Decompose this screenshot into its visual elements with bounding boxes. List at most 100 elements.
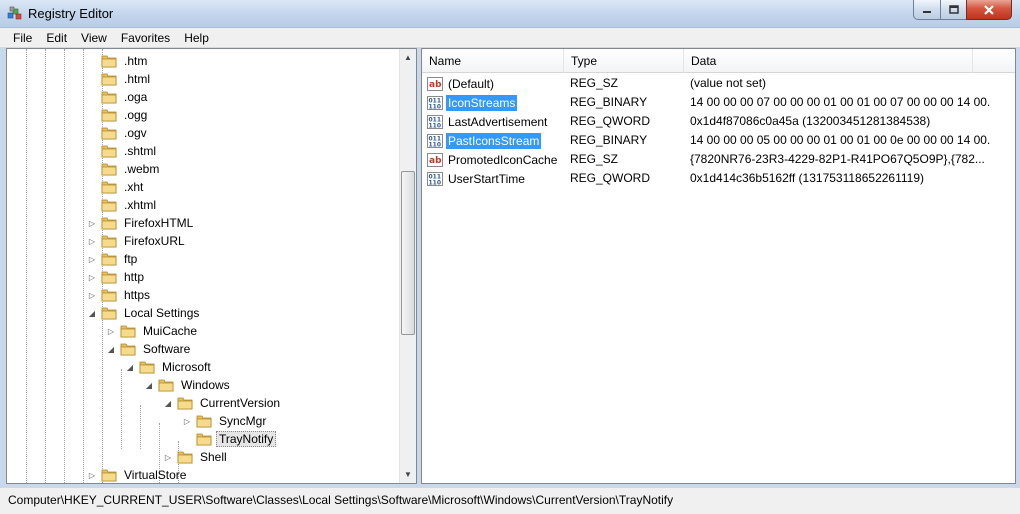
folder-icon (177, 397, 193, 410)
tree-item-label: .xht (124, 180, 144, 194)
scroll-down-arrow-icon[interactable]: ▼ (400, 466, 416, 483)
registry-tree[interactable]: ▲ ▼ .htm .html .oga .ogg .ogv .shtml .webm .xht… (6, 48, 417, 484)
minimize-button[interactable] (913, 0, 941, 20)
svg-text:110: 110 (429, 141, 442, 148)
tree-item[interactable]: .htm (87, 52, 150, 70)
tree-item-label: SyncMgr (219, 414, 267, 428)
tree-item-label: FirefoxURL (124, 234, 185, 248)
tree-item-label: ftp (124, 252, 138, 266)
scroll-up-arrow-icon[interactable]: ▲ (400, 49, 416, 66)
folder-icon (101, 289, 117, 302)
tree-item-label: Windows (181, 378, 230, 392)
folder-icon (101, 217, 117, 230)
tree-item[interactable]: ▷ https (87, 286, 153, 304)
tree-item[interactable]: ◢ Windows (144, 376, 233, 394)
tree-item[interactable]: .ogg (87, 106, 150, 124)
tree-item[interactable]: ◢ CurrentVersion (163, 394, 283, 412)
value-type: REG_BINARY (570, 95, 648, 109)
scrollbar-thumb[interactable] (401, 171, 415, 335)
value-name: IconStreams (446, 94, 518, 111)
svg-text:110: 110 (429, 179, 442, 186)
value-name: LastAdvertisement (448, 114, 548, 129)
tree-item[interactable]: ▷ Shell (163, 448, 230, 466)
tree-item[interactable]: ▷ FirefoxURL (87, 232, 188, 250)
column-name-header[interactable]: Name (422, 49, 564, 73)
value-data: 0x1d414c36b5162ff (131753118652261119) (690, 171, 924, 185)
tree-item-label: FirefoxHTML (124, 216, 194, 230)
tree-item[interactable]: ▷ VirtualStore (87, 466, 189, 483)
tree-scrollbar[interactable]: ▲ ▼ (399, 49, 416, 483)
string-value-icon: ab (427, 152, 443, 167)
value-row[interactable]: 011 110 LastAdvertisement REG_QWORD 0x1d4f87… (422, 112, 1015, 131)
expand-arrow-icon[interactable]: ▷ (182, 416, 192, 426)
collapse-arrow-icon[interactable]: ◢ (106, 344, 116, 354)
tree-item-label: https (124, 288, 151, 302)
tree-item[interactable]: .webm (87, 160, 162, 178)
expand-arrow-icon[interactable]: ▷ (106, 326, 116, 336)
value-row[interactable]: 011 110 UserStartTime REG_QWORD 0x1d414c36b5… (422, 169, 1015, 188)
expand-arrow-icon[interactable]: ▷ (87, 254, 97, 264)
tree-item[interactable]: ▷ SyncMgr (182, 412, 269, 430)
collapse-arrow-icon[interactable]: ◢ (125, 362, 135, 372)
value-row[interactable]: ab (Default) REG_SZ (value not set) (422, 74, 1015, 93)
tree-item[interactable]: ▷ FirefoxHTML (87, 214, 196, 232)
folder-icon (101, 253, 117, 266)
folder-icon (101, 73, 117, 86)
value-name-cell: 011 110 PastIconsStream (427, 132, 542, 149)
expand-arrow-icon[interactable]: ▷ (87, 236, 97, 246)
expand-arrow-icon[interactable]: ▷ (163, 452, 173, 462)
binary-value-icon: 011110 (427, 114, 443, 129)
tree-item-label: .htm (124, 54, 148, 68)
status-bar: Computer\HKEY_CURRENT_USER\Software\Clas… (0, 487, 1020, 514)
folder-icon (101, 163, 117, 176)
tree-item[interactable]: .xht (87, 178, 146, 196)
menu-favorites[interactable]: Favorites (114, 28, 177, 48)
collapse-arrow-icon[interactable]: ◢ (144, 380, 154, 390)
expand-arrow-icon[interactable]: ▷ (87, 470, 97, 480)
tree-item-label: Software (143, 342, 191, 356)
folder-icon (101, 145, 117, 158)
value-row[interactable]: 011 110 IconStreams REG_BINARY 14 00 00 00 0… (422, 93, 1015, 112)
folder-icon (101, 271, 117, 284)
expand-arrow-icon[interactable]: ▷ (87, 218, 97, 228)
expand-arrow-icon[interactable]: ▷ (87, 290, 97, 300)
value-name-cell: 011 110 UserStartTime (427, 170, 527, 187)
menu-help[interactable]: Help (177, 28, 216, 48)
column-data-header[interactable]: Data (684, 49, 973, 73)
value-row[interactable]: ab PromotedIconCache REG_SZ {7820NR76-23R3-… (422, 150, 1015, 169)
tree-item[interactable]: ▷ MuiCache (106, 322, 200, 340)
close-button[interactable] (966, 0, 1012, 20)
maximize-button[interactable] (940, 0, 967, 20)
tree-item[interactable]: ◢ Microsoft (125, 358, 214, 376)
value-row[interactable]: 011 110 PastIconsStream REG_BINARY 14 00 00 … (422, 131, 1015, 150)
menu-view[interactable]: View (74, 28, 114, 48)
tree-item[interactable]: .oga (87, 88, 150, 106)
maximize-icon (948, 5, 959, 14)
tree-item[interactable]: ◢ Software (106, 340, 193, 358)
tree-item[interactable]: .html (87, 70, 153, 88)
column-type-header[interactable]: Type (564, 49, 684, 73)
expand-arrow-icon[interactable]: ▷ (87, 272, 97, 282)
value-name: (Default) (448, 76, 495, 91)
tree-item[interactable]: TrayNotify (182, 430, 277, 448)
collapse-arrow-icon[interactable]: ◢ (163, 398, 173, 408)
value-type: REG_QWORD (570, 114, 651, 128)
menu-file[interactable]: File (6, 28, 39, 48)
tree-item[interactable]: ▷ ftp (87, 250, 140, 268)
svg-text:110: 110 (429, 103, 442, 110)
tree-item[interactable]: .ogv (87, 124, 150, 142)
values-list[interactable]: Name Type Data ab (Default) REG_SZ (value n… (421, 48, 1016, 484)
tree-item[interactable]: ◢ Local Settings (87, 304, 202, 322)
tree-guide-line (83, 49, 84, 483)
string-value-icon: ab (427, 76, 443, 91)
tree-item-label: VirtualStore (124, 468, 187, 482)
collapse-arrow-icon[interactable]: ◢ (87, 308, 97, 318)
binary-value-icon: 011110 (427, 133, 443, 148)
tree-item[interactable]: ▷ http (87, 268, 147, 286)
tree-item[interactable]: .xhtml (87, 196, 159, 214)
tree-guide-line (64, 49, 65, 483)
tree-item[interactable]: .shtml (87, 142, 159, 160)
menu-edit[interactable]: Edit (39, 28, 74, 48)
